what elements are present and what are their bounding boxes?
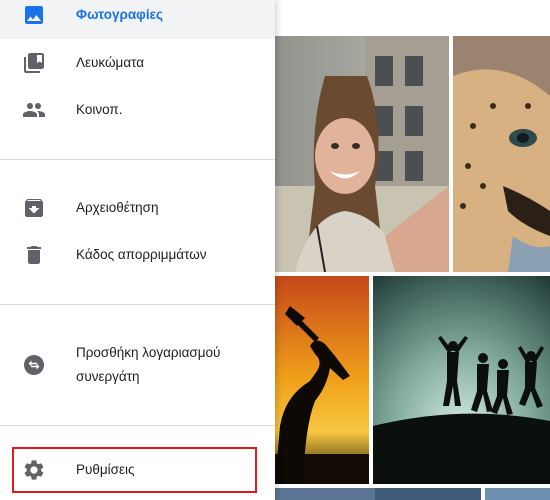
photo-icon [22, 3, 46, 27]
cheetah-photo[interactable] [453, 36, 550, 272]
drawer-divider [0, 304, 275, 305]
woman-selfie-photo[interactable] [255, 36, 449, 272]
partner-swap-icon [22, 353, 46, 377]
trash-icon [22, 243, 46, 267]
bottom-photo-1[interactable] [255, 488, 481, 500]
navigation-drawer: Φωτογραφίες Λευκώματα Κοινοπ. Αρχειοθέτη… [0, 0, 275, 500]
people-icon [22, 98, 46, 122]
nav-item-sharing[interactable]: Κοινοπ. [0, 86, 275, 134]
drawer-divider [0, 425, 275, 426]
nav-label-archive: Αρχειοθέτηση [76, 200, 159, 215]
jumping-people-silhouette-photo[interactable] [373, 276, 550, 484]
nav-item-archive[interactable]: Αρχειοθέτηση [0, 184, 275, 232]
nav-label-photos: Φωτογραφίες [76, 7, 163, 22]
nav-item-albums[interactable]: Λευκώματα [0, 39, 275, 87]
nav-label-sharing: Κοινοπ. [76, 102, 123, 117]
nav-item-settings[interactable]: Ρυθμίσεις [0, 446, 275, 494]
nav-label-trash: Κάδος απορριμμάτων [76, 247, 207, 262]
drawer-divider [0, 159, 275, 160]
nav-label-albums: Λευκώματα [76, 55, 145, 70]
bottom-photo-2[interactable] [485, 488, 550, 500]
archive-icon [22, 196, 46, 220]
album-library-icon [22, 51, 46, 75]
gear-icon [22, 458, 46, 482]
nav-label-settings: Ρυθμίσεις [76, 462, 135, 477]
nav-label-partner-account: Προσθήκη λογαριασμού συνεργάτη [76, 345, 221, 384]
nav-item-photos[interactable]: Φωτογραφίες [0, 0, 275, 39]
nav-item-trash[interactable]: Κάδος απορριμμάτων [0, 231, 275, 279]
nav-item-partner-account[interactable]: Προσθήκη λογαριασμού συνεργάτη [0, 335, 275, 395]
